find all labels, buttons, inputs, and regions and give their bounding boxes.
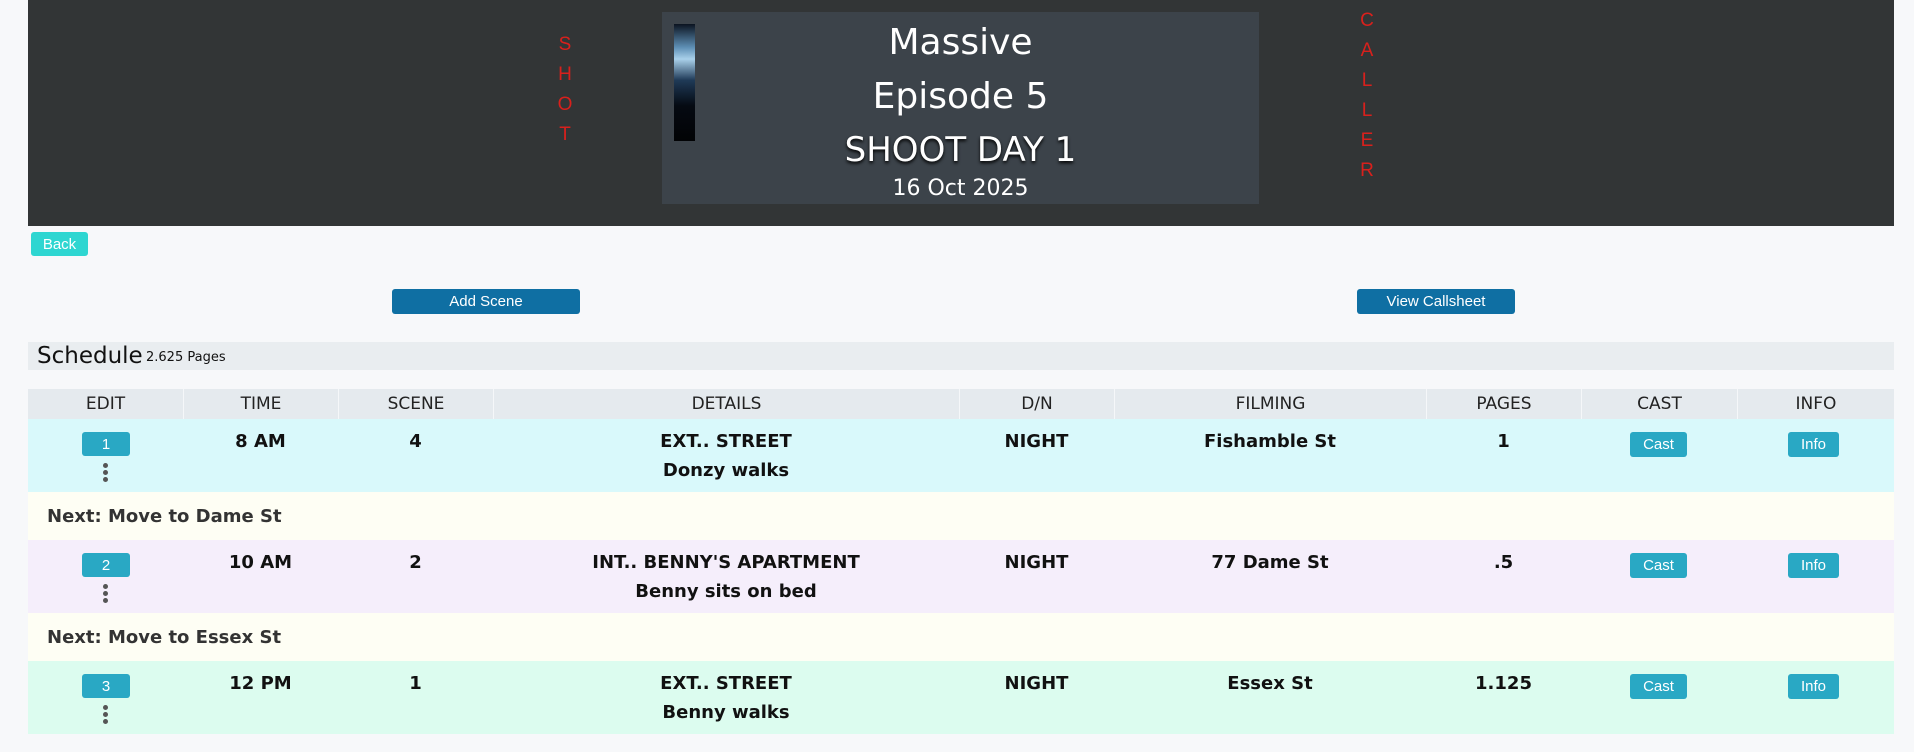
- cast-button[interactable]: Cast: [1630, 553, 1687, 578]
- company-move-row: Next: Move to Dame St: [28, 492, 1894, 540]
- shot-letter: T: [559, 124, 571, 145]
- header-banner: S H O T C A L L E R Massive Episode 5 SH…: [28, 0, 1894, 226]
- details-cell: INT.. BENNY'S APARTMENT Benny sits on be…: [493, 548, 959, 606]
- cast-button[interactable]: Cast: [1630, 674, 1687, 699]
- company-move-text: Next: Move to Dame St: [47, 506, 282, 527]
- view-callsheet-button[interactable]: View Callsheet: [1357, 289, 1515, 314]
- back-button[interactable]: Back: [31, 232, 88, 256]
- add-scene-button[interactable]: Add Scene: [392, 289, 580, 314]
- info-button[interactable]: Info: [1788, 674, 1839, 699]
- time-cell: 10 AM: [228, 552, 293, 573]
- shot-letter: S: [558, 34, 572, 55]
- day-night-cell: NIGHT: [1004, 431, 1069, 452]
- production-title-box: Massive Episode 5 SHOOT DAY 1 16 Oct 202…: [662, 12, 1259, 204]
- col-details: DETAILS: [493, 389, 959, 419]
- pages-cell: 1.125: [1475, 673, 1532, 694]
- shot-letter: O: [557, 94, 573, 115]
- scene-cell: 1: [409, 673, 422, 694]
- scene-description: Benny walks: [662, 702, 790, 723]
- schedule-page-count: 2.625 Pages: [146, 350, 226, 365]
- details-cell: EXT.. STREET Donzy walks: [493, 427, 959, 485]
- shoot-day-title: SHOOT DAY 1: [844, 130, 1077, 170]
- col-day-night: D/N: [959, 389, 1114, 419]
- edit-scene-button[interactable]: 3: [82, 674, 130, 698]
- col-edit: EDIT: [85, 394, 126, 414]
- table-row: 2 10 AM 2 INT.. BENNY'S APARTMENT Benny …: [28, 540, 1894, 613]
- info-button[interactable]: Info: [1788, 553, 1839, 578]
- company-move-row: Next: Move to Essex St: [28, 613, 1894, 661]
- scene-cell: 4: [409, 431, 422, 452]
- col-cast: CAST: [1581, 389, 1737, 419]
- details-cell: EXT.. STREET Benny walks: [493, 669, 959, 727]
- pages-cell: 1: [1497, 431, 1510, 452]
- caller-letter: L: [1361, 70, 1373, 91]
- episode-title: Episode 5: [872, 76, 1049, 117]
- company-move-text: Next: Move to Essex St: [47, 627, 282, 648]
- scene-heading: INT.. BENNY'S APARTMENT: [592, 552, 860, 573]
- edit-scene-button[interactable]: 1: [82, 432, 130, 456]
- time-cell: 8 AM: [235, 431, 286, 452]
- col-scene: SCENE: [338, 389, 493, 419]
- scene-cell: 2: [409, 552, 422, 573]
- table-row: 1 8 AM 4 EXT.. STREET Donzy walks NIGHT …: [28, 419, 1894, 492]
- shoot-date: 16 Oct 2025: [892, 176, 1029, 201]
- day-night-cell: NIGHT: [1004, 552, 1069, 573]
- more-options-icon[interactable]: [103, 584, 109, 604]
- schedule-title: Schedule: [37, 343, 143, 369]
- caller-vertical-label: C A L L E R: [1357, 6, 1377, 186]
- day-night-cell: NIGHT: [1004, 673, 1069, 694]
- filming-location-cell: Fishamble St: [1204, 431, 1336, 452]
- caller-letter: L: [1361, 100, 1373, 121]
- cast-button[interactable]: Cast: [1630, 432, 1687, 457]
- caller-letter: R: [1360, 160, 1374, 181]
- time-cell: 12 PM: [229, 673, 292, 694]
- more-options-icon[interactable]: [103, 705, 109, 725]
- info-button[interactable]: Info: [1788, 432, 1839, 457]
- shot-letter: H: [558, 64, 572, 85]
- col-time: TIME: [183, 389, 338, 419]
- caller-letter: C: [1360, 10, 1374, 31]
- pages-cell: .5: [1493, 552, 1514, 573]
- filming-location-cell: Essex St: [1227, 673, 1313, 694]
- scene-description: Donzy walks: [662, 460, 790, 481]
- schedule-heading: Schedule 2.625 Pages: [28, 342, 1894, 370]
- col-pages: PAGES: [1426, 389, 1581, 419]
- caller-letter: A: [1360, 40, 1374, 61]
- schedule-table-header: EDIT TIME SCENE DETAILS D/N FILMING PAGE…: [28, 389, 1894, 419]
- show-title: Massive: [888, 22, 1033, 63]
- col-info: INFO: [1737, 389, 1894, 419]
- scene-heading: EXT.. STREET: [660, 431, 792, 452]
- col-filming: FILMING: [1114, 389, 1426, 419]
- scene-description: Benny sits on bed: [635, 581, 817, 602]
- more-options-icon[interactable]: [103, 463, 109, 483]
- edit-scene-button[interactable]: 2: [82, 553, 130, 577]
- shot-vertical-label: S H O T: [555, 30, 575, 150]
- scene-heading: EXT.. STREET: [660, 673, 792, 694]
- table-row: 3 12 PM 1 EXT.. STREET Benny walks NIGHT…: [28, 661, 1894, 734]
- filming-location-cell: 77 Dame St: [1211, 552, 1329, 573]
- caller-letter: E: [1360, 130, 1374, 151]
